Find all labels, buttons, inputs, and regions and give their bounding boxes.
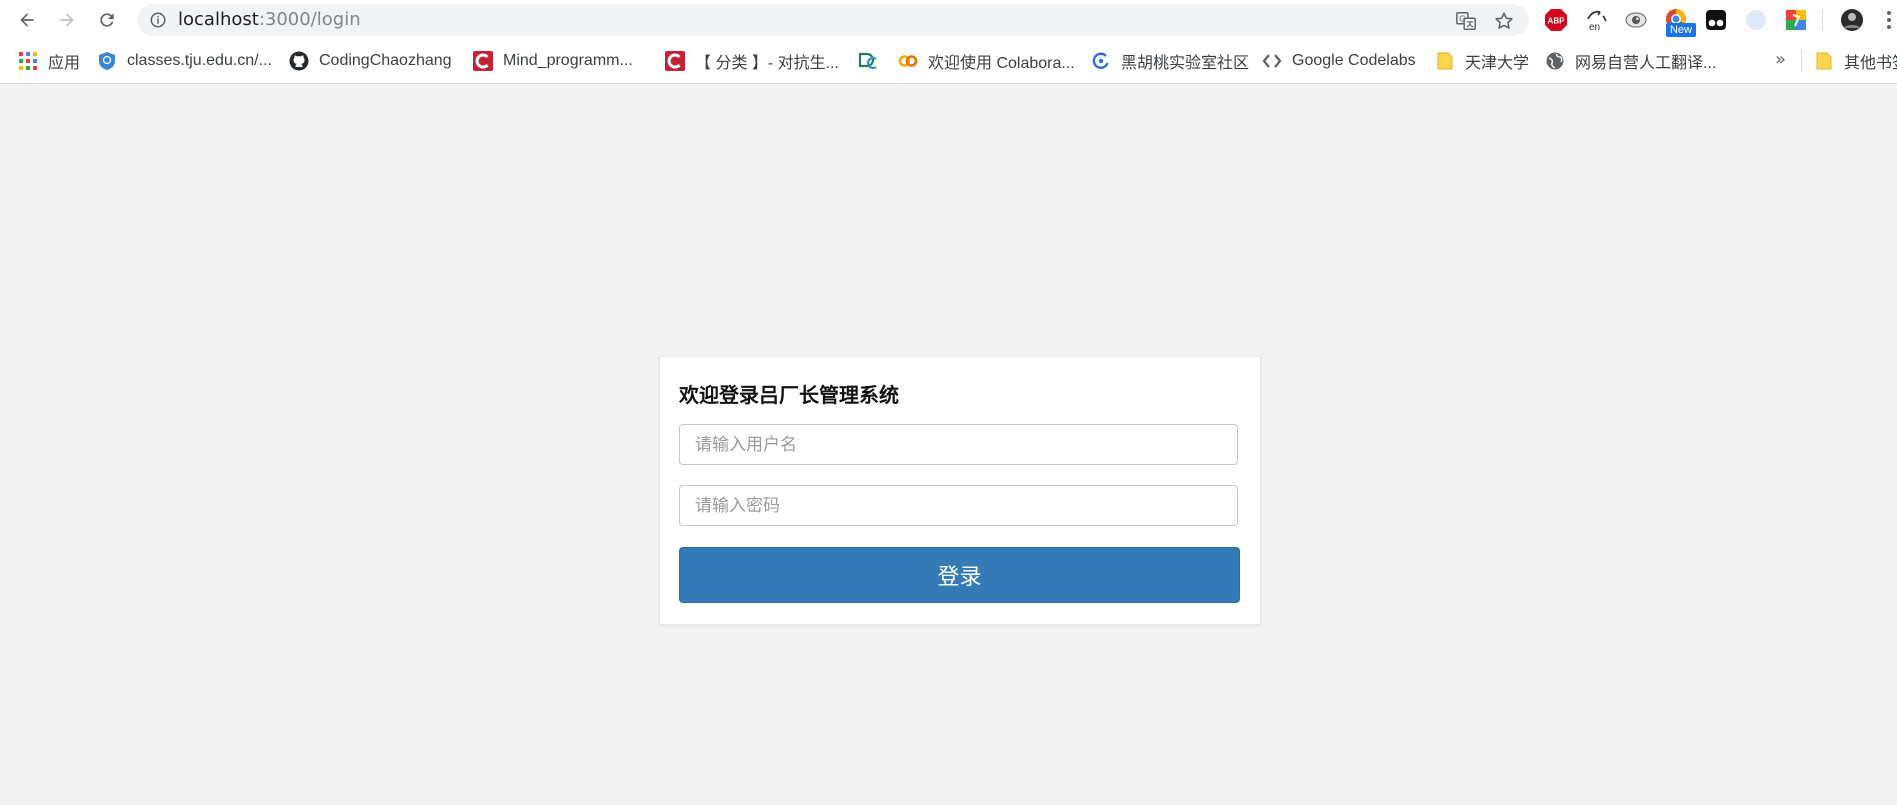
bookmark-mind-programm[interactable]: Mind_programm... <box>473 49 633 73</box>
profile-avatar-button[interactable] <box>1840 8 1864 32</box>
back-arrow-icon <box>20 13 34 27</box>
bookmark-label: 欢迎使用 Colabora... <box>928 55 1075 72</box>
bookmarks-bar: 应用 classes.tju.edu.cn/... CodingChaozhan… <box>0 40 1897 84</box>
address-bar[interactable]: localhost:3000/login G <box>137 4 1529 36</box>
tampermonkey-extension-button[interactable] <box>1704 8 1728 32</box>
abp-extension-icon: ABP <box>1545 9 1567 31</box>
en-translate-extension-button[interactable]: en <box>1585 8 1609 32</box>
new-badge: New <box>1666 23 1696 37</box>
multicolor-extension-button[interactable] <box>1784 8 1808 32</box>
password-input[interactable] <box>679 485 1238 526</box>
code-brackets-icon <box>1262 51 1282 71</box>
more-vert-icon[interactable] <box>1886 9 1892 31</box>
folder-icon <box>1814 51 1834 71</box>
reload-icon <box>100 13 114 27</box>
blue-moon-extension-button[interactable] <box>1744 8 1768 32</box>
username-input[interactable] <box>679 424 1238 465</box>
profile-avatar-icon <box>1841 9 1863 31</box>
bookmark-dc[interactable] <box>858 49 888 73</box>
login-title: 欢迎登录吕厂长管理系统 <box>679 383 899 407</box>
reload-button[interactable] <box>93 6 121 34</box>
bookmark-label: Mind_programm... <box>503 52 633 69</box>
bookmark-apps[interactable]: 应用 <box>18 49 80 73</box>
forward-button[interactable] <box>53 6 81 34</box>
blue-moon-extension-icon <box>1746 10 1766 30</box>
bookmark-label: Google Codelabs <box>1292 52 1416 69</box>
bookmark-label: 天津大学 <box>1465 55 1530 72</box>
bookmark-label: 黑胡桃实验室社区 <box>1121 55 1250 72</box>
bookmark-label: CodingChaozhang <box>319 52 452 69</box>
bookmark-colab[interactable]: 欢迎使用 Colabora... <box>898 49 1075 73</box>
bookmark-label: classes.tju.edu.cn/... <box>127 52 272 69</box>
multicolor-extension-icon <box>1786 10 1806 30</box>
eye-extension-icon <box>1625 12 1647 28</box>
folder-icon <box>1435 51 1455 71</box>
translate-icon[interactable]: G <box>1455 10 1477 32</box>
bookmark-label: 【 分类 】- 对抗生... <box>695 55 840 72</box>
bookmark-github[interactable]: CodingChaozhang <box>289 49 452 73</box>
forward-arrow-icon <box>60 13 74 27</box>
bookmark-label: 应用 <box>48 55 81 72</box>
bookmark-label: 其他书签 <box>1844 55 1897 72</box>
github-icon <box>289 51 309 71</box>
info-icon[interactable] <box>149 11 167 29</box>
en-translate-extension-label: en <box>1589 22 1600 32</box>
swirl-icon <box>1091 51 1111 71</box>
back-button[interactable] <box>13 6 41 34</box>
csdn-icon <box>473 51 493 71</box>
url-path: :3000/login <box>258 9 361 30</box>
bookmark-other-bookmarks[interactable]: 其他书签 <box>1814 49 1897 73</box>
login-button[interactable]: 登录 <box>679 547 1240 603</box>
tampermonkey-extension-icon <box>1706 10 1726 30</box>
dc-icon <box>858 51 878 71</box>
star-icon[interactable] <box>1493 10 1515 32</box>
login-panel: 欢迎登录吕厂长管理系统 登录 <box>659 356 1261 625</box>
tju-shield-icon <box>97 51 117 71</box>
bookmark-label: 网易自营人工翻译... <box>1575 55 1717 72</box>
bookmark-netease-translate[interactable]: 网易自营人工翻译... <box>1545 49 1716 73</box>
globe-icon <box>1545 51 1565 71</box>
csdn-icon <box>665 51 685 71</box>
url-host: localhost <box>178 9 259 30</box>
bookmark-classify-adversarial[interactable]: 【 分类 】- 对抗生... <box>665 49 839 73</box>
bookmarks-separator <box>1801 50 1802 72</box>
en-translate-extension-icon: en <box>1587 10 1607 32</box>
colab-icon <box>898 51 918 71</box>
abp-extension-label: ABP <box>1548 17 1566 26</box>
chrome-new-extension-button[interactable]: New <box>1664 8 1696 37</box>
url-text[interactable]: localhost:3000/login <box>178 4 361 36</box>
bookmark-tju-classes[interactable]: classes.tju.edu.cn/... <box>97 49 272 73</box>
abp-extension-button[interactable]: ABP <box>1544 8 1568 32</box>
apps-grid-icon <box>18 51 38 71</box>
bookmarks-overflow-chevron[interactable]: » <box>1775 49 1786 70</box>
bookmark-google-codelabs[interactable]: Google Codelabs <box>1262 49 1416 73</box>
browser-toolbar: localhost:3000/login G ABP en New <box>0 0 1897 40</box>
toolbar-separator <box>1822 10 1823 30</box>
bookmark-black-walnut[interactable]: 黑胡桃实验室社区 <box>1091 49 1249 73</box>
bookmark-tianjin-university[interactable]: 天津大学 <box>1435 49 1529 73</box>
eye-extension-button[interactable] <box>1624 8 1648 32</box>
